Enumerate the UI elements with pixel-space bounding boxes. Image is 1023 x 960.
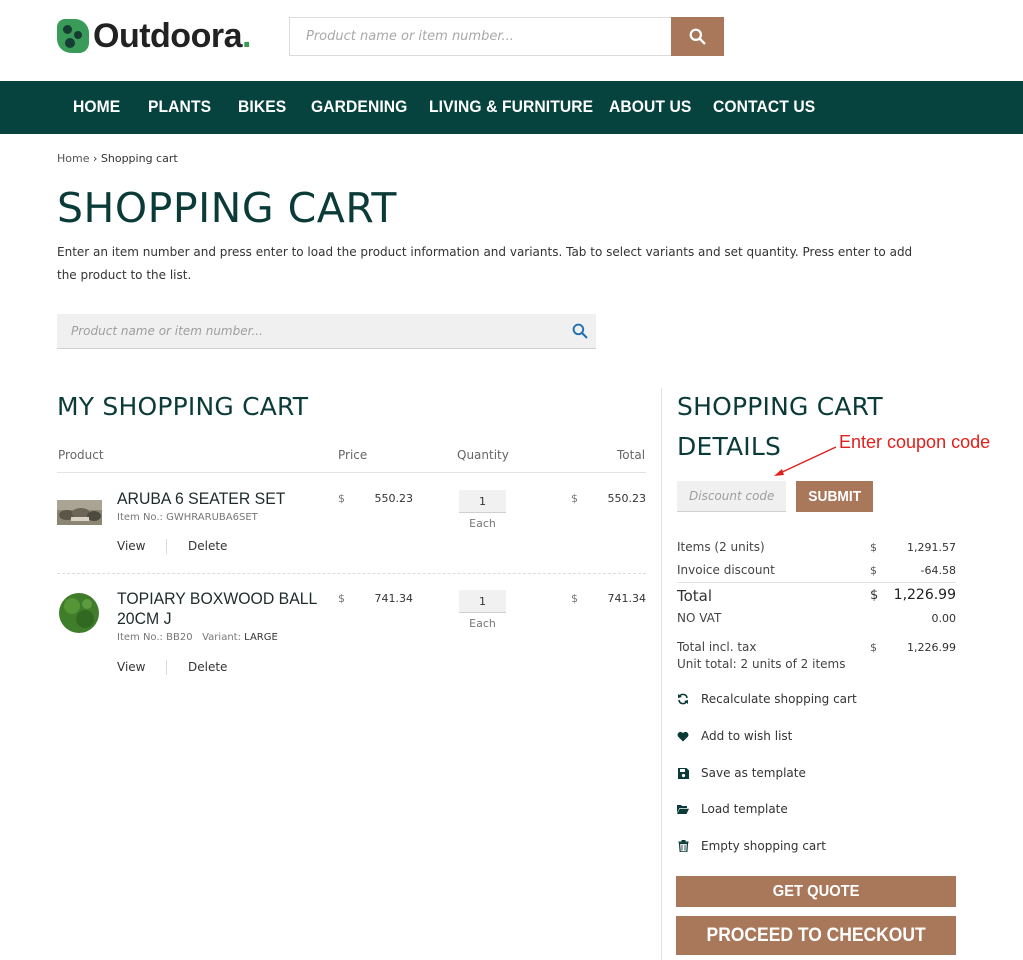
my-cart-title: MY SHOPPING CART <box>57 392 309 421</box>
unit-label: Each <box>469 617 496 630</box>
annotation-label: Enter coupon code <box>839 432 991 452</box>
nav-item-plants[interactable]: PLANTS <box>148 97 211 117</box>
col-product: Product <box>58 448 104 462</box>
brand-name: Outdoora <box>93 16 242 55</box>
line-total: 550.23 <box>607 492 647 505</box>
view-link[interactable]: View <box>117 660 145 674</box>
vat-value: 0.00 <box>931 612 957 625</box>
col-quantity: Quantity <box>457 448 509 462</box>
unit-label: Each <box>469 517 496 530</box>
link-divider <box>166 660 167 675</box>
breadcrumb-home[interactable]: Home <box>57 152 89 165</box>
empty-cart-label: Empty shopping cart <box>701 839 826 853</box>
unit-price: 550.23 <box>374 492 414 505</box>
quantity-input[interactable] <box>459 590 506 613</box>
save-template-action[interactable]: Save as template <box>677 765 806 781</box>
empty-cart-action[interactable]: Empty shopping cart <box>677 838 826 854</box>
trash-icon <box>677 840 689 852</box>
page-title: SHOPPING CART <box>57 184 397 232</box>
items-label: Items (2 units) <box>677 540 765 554</box>
brand-logo[interactable]: Outdoora. <box>57 16 251 56</box>
nav-item-about-us[interactable]: ABOUT US <box>609 97 691 117</box>
search-icon <box>689 28 706 45</box>
items-currency: $ <box>870 541 877 554</box>
heart-icon <box>677 730 689 742</box>
recalculate-label: Recalculate shopping cart <box>701 692 857 706</box>
get-quote-button[interactable]: GET QUOTE <box>676 876 956 907</box>
nav-item-home[interactable]: HOME <box>73 97 120 117</box>
header-search-input[interactable] <box>289 17 671 56</box>
quantity-input[interactable] <box>459 490 506 513</box>
brand-dot: . <box>241 16 252 55</box>
col-price: Price <box>338 448 368 462</box>
view-link[interactable]: View <box>117 539 145 553</box>
load-template-action[interactable]: Load template <box>677 801 788 817</box>
variant-value: LARGE <box>244 632 278 643</box>
invoice-discount-value: -64.58 <box>920 564 956 577</box>
line-total: 741.34 <box>607 592 647 605</box>
item-number: Item No.: GWHRARUBA6SET <box>117 512 258 523</box>
link-divider <box>166 539 167 554</box>
folder-open-icon <box>677 803 689 815</box>
cart-details-title-line2: DETAILS <box>677 432 782 461</box>
add-to-wishlist-action[interactable]: Add to wish list <box>677 728 792 744</box>
total-value: 1,226.99 <box>893 587 956 603</box>
product-thumbnail-aruba[interactable] <box>57 500 102 525</box>
total-incl-tax-currency: $ <box>870 641 877 654</box>
cart-search-bar <box>57 314 596 349</box>
product-name[interactable]: ARUBA 6 SEATER SET <box>117 489 285 509</box>
col-total: Total <box>617 448 646 462</box>
main-nav: HOME PLANTS BIKES GARDENING LIVING & FUR… <box>0 81 1023 134</box>
invoice-discount-currency: $ <box>870 564 877 577</box>
nav-item-bikes[interactable]: BIKES <box>238 97 286 117</box>
nav-item-living-furniture[interactable]: LIVING & FURNITURE <box>429 97 593 117</box>
total-label: Total <box>677 587 713 605</box>
invoice-discount-label: Invoice discount <box>677 563 775 577</box>
items-value: 1,291.57 <box>907 541 956 554</box>
logo-mark-icon <box>57 19 89 53</box>
product-thumbnail-boxwood[interactable] <box>57 592 102 634</box>
table-header-divider <box>57 472 646 473</box>
price-currency: $ <box>338 592 345 605</box>
unit-total: Unit total: 2 units of 2 items <box>677 657 846 671</box>
refresh-icon <box>677 693 689 705</box>
delete-link[interactable]: Delete <box>188 660 227 674</box>
annotation-arrow-icon <box>774 446 837 476</box>
cart-details-title-line1: SHOPPING CART <box>677 392 883 421</box>
summary-divider <box>677 582 956 583</box>
item-number: Item No.: BB20 Variant: LARGE <box>117 632 278 643</box>
recalculate-cart-action[interactable]: Recalculate shopping cart <box>677 691 857 707</box>
product-name-line1[interactable]: TOPIARY BOXWOOD BALL <box>117 589 317 609</box>
nav-item-gardening[interactable]: GARDENING <box>311 97 407 117</box>
total-incl-tax-value: 1,226.99 <box>907 641 956 654</box>
breadcrumb-separator: › <box>92 152 98 165</box>
search-icon[interactable] <box>572 323 588 339</box>
product-name-line2[interactable]: 20CM J <box>117 609 171 629</box>
vat-label: NO VAT <box>677 611 722 625</box>
wishlist-label: Add to wish list <box>701 729 793 743</box>
column-divider <box>661 388 662 960</box>
nav-item-contact-us[interactable]: CONTACT US <box>713 97 815 117</box>
row-divider <box>57 573 646 574</box>
discount-code-input[interactable] <box>677 481 786 512</box>
unit-price: 741.34 <box>374 592 414 605</box>
page-intro: Enter an item number and press enter to … <box>57 245 913 282</box>
save-template-label: Save as template <box>701 766 806 780</box>
delete-link[interactable]: Delete <box>188 539 227 553</box>
save-icon <box>677 767 689 779</box>
price-currency: $ <box>338 492 345 505</box>
cart-search-input[interactable] <box>57 314 557 348</box>
proceed-to-checkout-button[interactable]: PROCEED TO CHECKOUT <box>676 916 956 955</box>
load-template-label: Load template <box>701 802 788 816</box>
submit-discount-button[interactable]: SUBMIT <box>796 481 873 512</box>
header-search-button[interactable] <box>671 17 724 56</box>
total-incl-tax-label: Total incl. tax <box>677 640 757 654</box>
breadcrumb-current: Shopping cart <box>100 152 178 165</box>
total-currency: $ <box>870 588 879 603</box>
total-currency: $ <box>571 592 578 605</box>
total-currency: $ <box>571 492 578 505</box>
breadcrumb: Home › Shopping cart <box>57 152 178 165</box>
